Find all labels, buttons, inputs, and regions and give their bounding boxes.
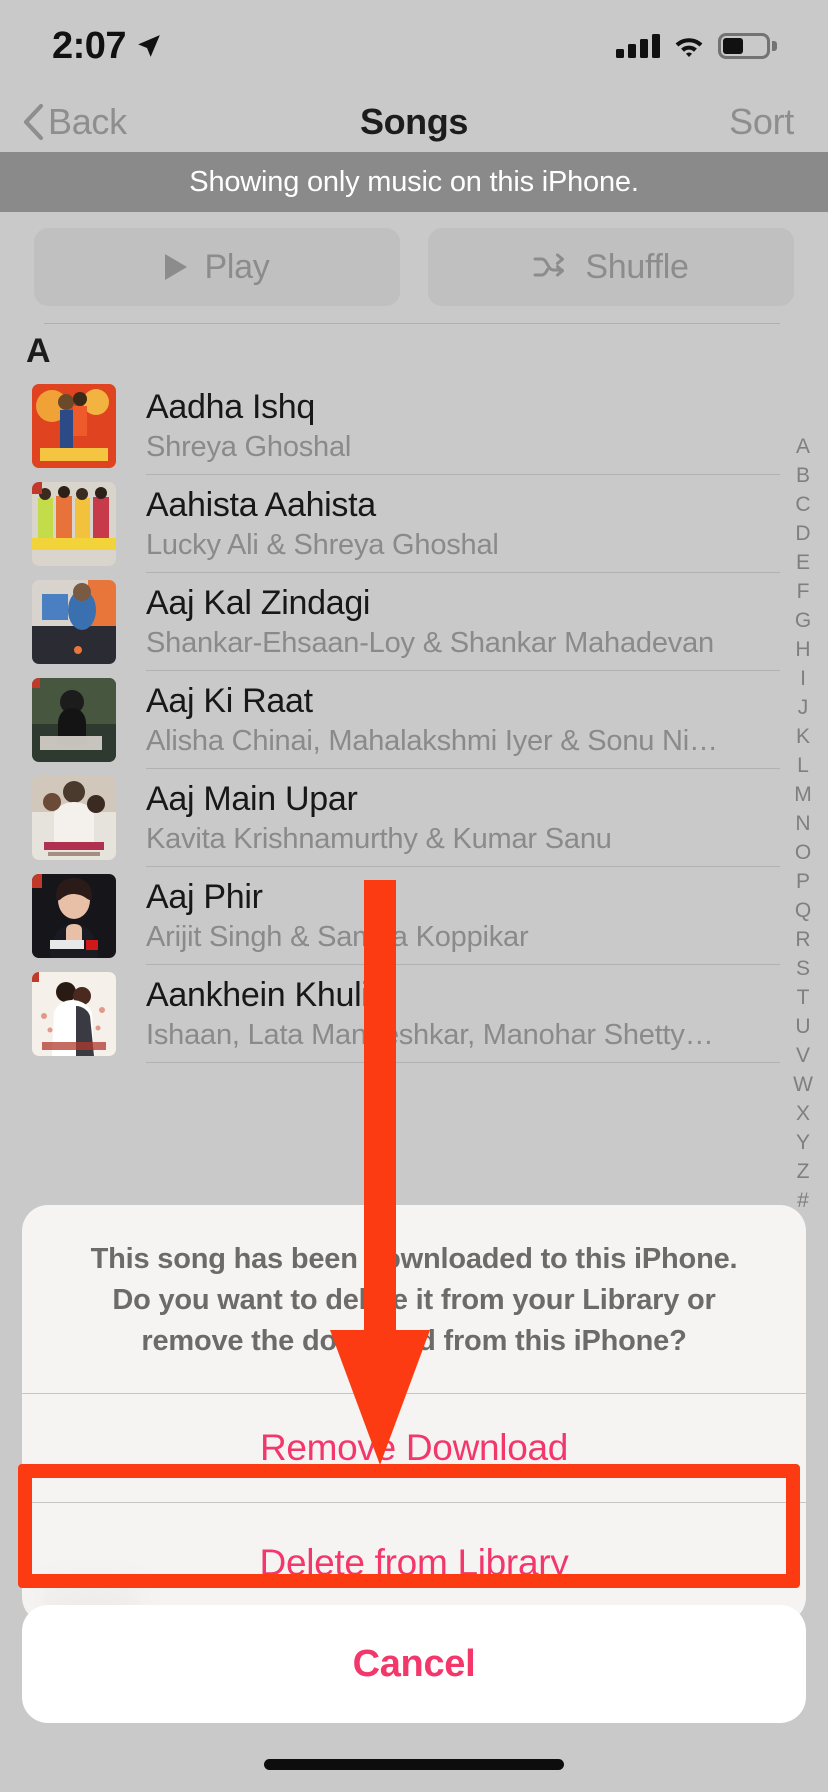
battery-icon [718, 33, 777, 59]
filter-banner-label: Showing only music on this iPhone. [189, 165, 639, 198]
status-bar-right [616, 33, 777, 59]
alphabet-index-letter[interactable]: V [796, 1041, 810, 1070]
alphabet-index-letter[interactable]: Z [797, 1157, 810, 1186]
chevron-left-icon [23, 104, 44, 140]
album-art-thumbnail [32, 972, 116, 1056]
song-row-text: Aahista Aahista Lucky Ali & Shreya Ghosh… [146, 485, 828, 563]
remove-download-button[interactable]: Remove Download [22, 1394, 806, 1502]
table-row[interactable]: Aaj Main Upar Kavita Krishnamurthy & Kum… [0, 769, 828, 867]
alphabet-index-letter[interactable]: N [795, 809, 810, 838]
row-separator [146, 1062, 780, 1063]
song-title: Aadha Ishq [146, 388, 316, 427]
alphabet-index-scrubber[interactable]: A B C D E F G H I J K L M N O P Q R S T U V W X Y Z # [786, 432, 820, 1215]
shuffle-button[interactable]: Shuffle [428, 228, 794, 306]
status-bar-clock: 2:07 [52, 24, 127, 67]
alphabet-index-letter[interactable]: H [795, 635, 810, 664]
table-row[interactable]: Aaj Kal Zindagi Shankar-Ehsaan-Loy & Sha… [0, 573, 828, 671]
back-button[interactable]: Back [22, 101, 127, 143]
song-artist: Arijit Singh & Samira Koppikar [146, 921, 529, 954]
cancel-sheet-container: Cancel [22, 1605, 806, 1723]
wifi-icon [675, 38, 703, 57]
album-art-thumbnail [32, 482, 116, 566]
playback-actions: Play Shuffle [34, 228, 794, 306]
album-art-thumbnail [32, 776, 116, 860]
song-title: Aaj Phir [146, 878, 263, 917]
alphabet-index-letter[interactable]: G [795, 606, 811, 635]
alphabet-index-letter[interactable]: F [797, 577, 810, 606]
song-row-text: Aaj Main Upar Kavita Krishnamurthy & Kum… [146, 779, 828, 857]
song-title: Aankhein Khuli [146, 976, 369, 1015]
filter-banner: Showing only music on this iPhone. [0, 152, 828, 212]
album-art-thumbnail [32, 874, 116, 958]
sort-button[interactable]: Sort [729, 101, 794, 143]
song-list[interactable]: Aadha Ishq Shreya Ghoshal Aahista Aahist… [0, 377, 828, 1063]
album-art-thumbnail [32, 678, 116, 762]
album-art-thumbnail [32, 580, 116, 664]
location-arrow-icon [138, 35, 160, 57]
alphabet-index-letter[interactable]: P [796, 867, 810, 896]
alphabet-index-letter[interactable]: R [795, 925, 810, 954]
song-artist: Ishaan, Lata Mangeshkar, Manohar Shetty… [146, 1019, 714, 1052]
song-artist: Shankar-Ehsaan-Loy & Shankar Mahadevan [146, 627, 714, 660]
alphabet-index-letter[interactable]: S [796, 954, 810, 983]
alphabet-index-letter[interactable]: J [798, 693, 809, 722]
action-sheet-message: This song has been downloaded to this iP… [90, 1243, 738, 1358]
song-artist: Alisha Chinai, Mahalakshmi Iyer & Sonu N… [146, 725, 718, 758]
alphabet-index-letter[interactable]: B [796, 461, 810, 490]
status-bar: 2:07 [0, 0, 828, 92]
alphabet-index-letter[interactable]: Y [796, 1128, 810, 1157]
status-bar-left: 2:07 [52, 25, 162, 68]
song-row-text: Aaj Phir Arijit Singh & Samira Koppikar [146, 877, 828, 955]
song-title: Aaj Ki Raat [146, 682, 313, 721]
home-indicator [264, 1759, 564, 1770]
alphabet-index-letter[interactable]: X [796, 1099, 810, 1128]
alphabet-index-letter[interactable]: M [794, 780, 812, 809]
shuffle-icon [533, 253, 565, 277]
alphabet-index-letter[interactable]: E [796, 548, 810, 577]
table-row[interactable]: Aaj Phir Arijit Singh & Samira Koppikar [0, 867, 828, 965]
song-artist: Kavita Krishnamurthy & Kumar Sanu [146, 823, 612, 856]
delete-confirmation-action-sheet: This song has been downloaded to this iP… [22, 1205, 806, 1623]
song-artist: Shreya Ghoshal [146, 431, 352, 464]
alphabet-index-letter[interactable]: I [800, 664, 806, 693]
alphabet-index-letter[interactable]: L [797, 751, 809, 780]
table-row[interactable]: Aaj Ki Raat Alisha Chinai, Mahalakshmi I… [0, 671, 828, 769]
song-row-text: Aaj Ki Raat Alisha Chinai, Mahalakshmi I… [146, 681, 828, 759]
iphone-screen: 2:07 Back Songs Sort Showing only music … [0, 0, 828, 1792]
song-row-text: Aaj Kal Zindagi Shankar-Ehsaan-Loy & Sha… [146, 583, 828, 661]
alphabet-index-letter[interactable]: A [796, 432, 810, 461]
play-button[interactable]: Play [34, 228, 400, 306]
alphabet-index-letter[interactable]: K [796, 722, 810, 751]
alphabet-index-letter[interactable]: O [795, 838, 811, 867]
table-row[interactable]: Aahista Aahista Lucky Ali & Shreya Ghosh… [0, 475, 828, 573]
back-button-label: Back [48, 101, 127, 142]
song-artist: Lucky Ali & Shreya Ghoshal [146, 529, 499, 562]
shuffle-button-label: Shuffle [585, 247, 689, 286]
album-art-thumbnail [32, 384, 116, 468]
play-button-label: Play [204, 247, 270, 286]
song-row-text: Aadha Ishq Shreya Ghoshal [146, 387, 828, 465]
list-top-divider [44, 323, 780, 324]
alphabet-index-letter[interactable]: D [795, 519, 810, 548]
alphabet-index-letter[interactable]: C [795, 490, 810, 519]
song-title: Aaj Main Upar [146, 780, 358, 819]
cancel-button[interactable]: Cancel [22, 1605, 806, 1723]
song-row-text: Aankhein Khuli Ishaan, Lata Mangeshkar, … [146, 975, 828, 1053]
alphabet-index-letter[interactable]: Q [795, 896, 811, 925]
table-row[interactable]: Aankhein Khuli Ishaan, Lata Mangeshkar, … [0, 965, 828, 1063]
alphabet-index-letter[interactable]: # [797, 1186, 809, 1215]
song-title: Aahista Aahista [146, 486, 376, 525]
alphabet-index-letter[interactable]: W [793, 1070, 813, 1099]
play-icon [164, 254, 187, 280]
alphabet-index-letter[interactable]: T [797, 983, 810, 1012]
song-title: Aaj Kal Zindagi [146, 584, 371, 623]
section-header-letter: A [26, 332, 51, 370]
navigation-bar: Back Songs Sort [0, 92, 828, 152]
alphabet-index-letter[interactable]: U [795, 1012, 810, 1041]
cellular-bars-icon [616, 34, 660, 58]
table-row[interactable]: Aadha Ishq Shreya Ghoshal [0, 377, 828, 475]
